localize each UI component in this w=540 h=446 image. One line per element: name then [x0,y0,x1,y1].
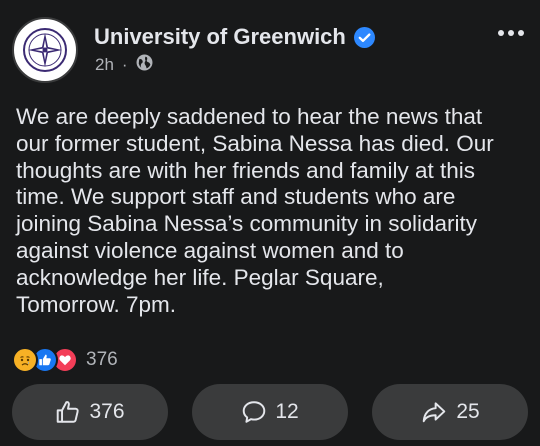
university-logo-icon [23,28,67,72]
sad-icon [12,347,38,373]
globe-icon [136,54,153,76]
share-count: 25 [456,400,480,423]
more-dot-icon [498,30,504,36]
post-text-line: time. We support staff and students who … [16,184,456,210]
reaction-count[interactable]: 376 [86,349,118,371]
comment-button[interactable]: 12 [192,384,348,440]
comment-icon [243,401,266,423]
post-text-line: joining Sabina Nessa’s community in soli… [16,211,478,237]
share-button[interactable]: 25 [372,384,528,440]
more-options-button[interactable] [498,30,524,36]
post-text-line: acknowledge her life. Peglar Square, [16,264,384,290]
post-body: We are deeply saddened to hear the news … [16,104,528,318]
more-dot-icon [508,30,514,36]
page-avatar[interactable] [12,17,78,83]
thumbs-up-icon [57,401,80,423]
post-timestamp[interactable]: 2h [95,55,114,75]
verified-badge-icon [353,26,375,48]
like-button[interactable]: 376 [12,384,168,440]
more-dot-icon [518,30,524,36]
post-text-line: against violence against women and to [16,237,404,263]
post-actions: 376 12 25 [12,384,528,440]
reactions-summary[interactable]: 376 [12,347,118,373]
post-text-line: our former student, Sabina Nessa has die… [16,130,494,156]
share-arrow-icon [423,402,446,423]
comment-count: 12 [275,400,299,423]
meta-separator: · [121,55,128,74]
page-name-text[interactable]: University of Greenwich [94,24,346,50]
like-count: 376 [89,400,125,423]
reaction-icons [12,347,78,373]
post-text-line: We are deeply saddened to hear the news … [16,104,483,129]
post-meta: 2h · [95,54,153,76]
page-name[interactable]: University of Greenwich [94,24,375,50]
post-text-line: Tomorrow. 7pm. [16,291,177,317]
post-text-line: thoughts are with her friends and family… [16,157,475,183]
